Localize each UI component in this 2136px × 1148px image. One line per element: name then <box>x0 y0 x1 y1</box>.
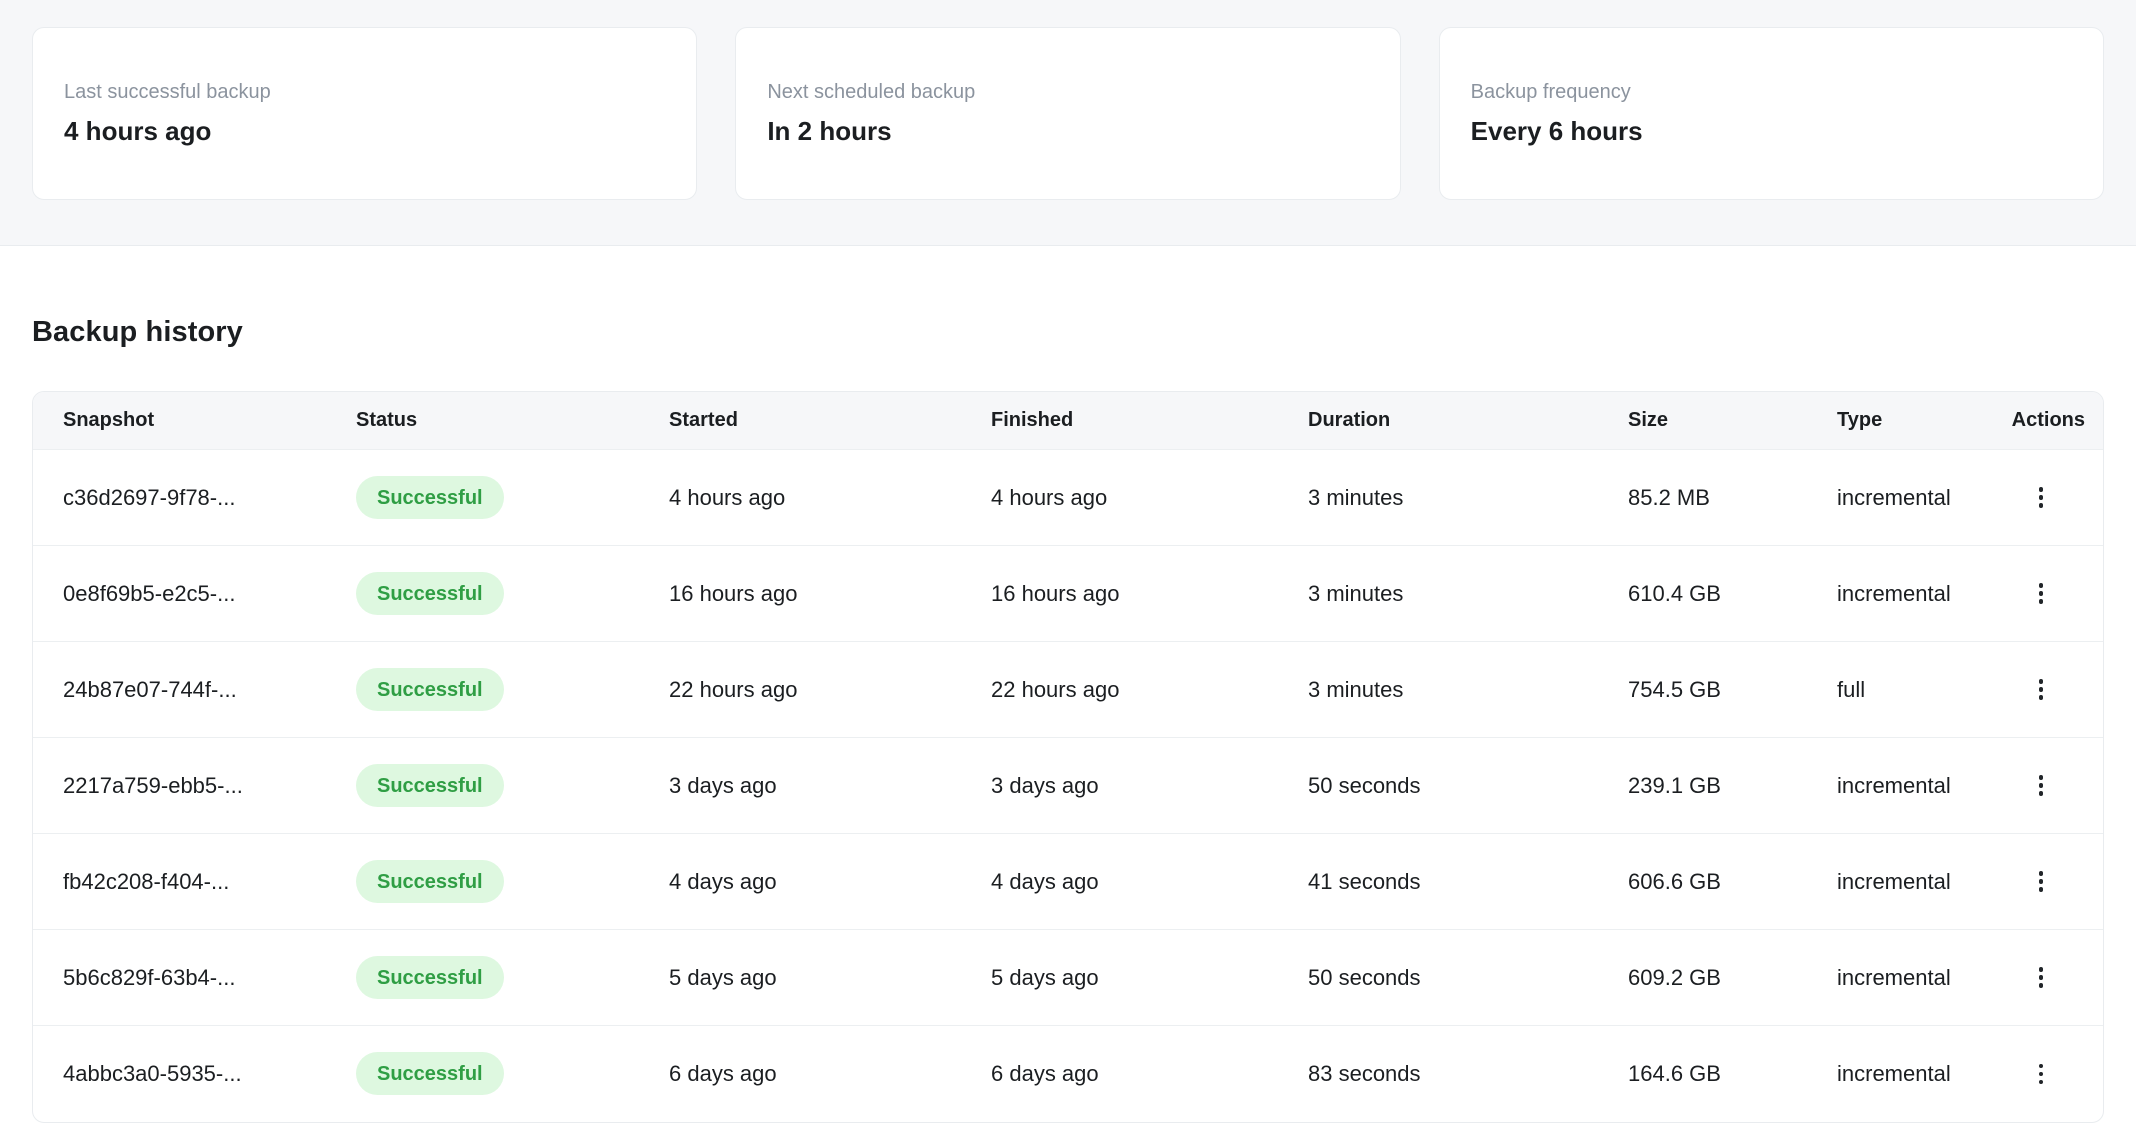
column-header-finished: Finished <box>961 392 1278 450</box>
started-cell: 22 hours ago <box>639 642 961 738</box>
duration-cell: 3 minutes <box>1278 642 1598 738</box>
column-header-status: Status <box>326 392 639 450</box>
row-actions-button[interactable] <box>2021 478 2061 518</box>
status-badge: Successful <box>356 956 504 999</box>
size-cell: 164.6 GB <box>1598 1026 1807 1122</box>
card-value: Every 6 hours <box>1471 116 2072 147</box>
finished-cell: 3 days ago <box>961 738 1278 834</box>
type-cell: incremental <box>1807 1026 1972 1122</box>
finished-cell: 22 hours ago <box>961 642 1278 738</box>
finished-cell: 4 days ago <box>961 834 1278 930</box>
size-cell: 754.5 GB <box>1598 642 1807 738</box>
type-cell: incremental <box>1807 930 1972 1026</box>
column-header-started: Started <box>639 392 961 450</box>
type-cell: full <box>1807 642 1972 738</box>
backup-history-table: Snapshot Status Started Finished Duratio… <box>33 392 2103 1122</box>
backup-summary-band: Last successful backup 4 hours ago Next … <box>0 0 2136 246</box>
page-title: Backup history <box>32 316 2104 349</box>
table-header-row: Snapshot Status Started Finished Duratio… <box>33 392 2103 450</box>
status-badge: Successful <box>356 764 504 807</box>
row-actions-button[interactable] <box>2021 958 2061 998</box>
duration-cell: 83 seconds <box>1278 1026 1598 1122</box>
status-badge: Successful <box>356 572 504 615</box>
row-actions-button[interactable] <box>2021 1054 2061 1094</box>
finished-cell: 5 days ago <box>961 930 1278 1026</box>
backup-history-section: Backup history Snapshot Status Started F… <box>0 316 2136 1123</box>
duration-cell: 41 seconds <box>1278 834 1598 930</box>
started-cell: 5 days ago <box>639 930 961 1026</box>
snapshot-id: 24b87e07-744f-... <box>33 642 326 738</box>
backup-history-table-card: Snapshot Status Started Finished Duratio… <box>32 391 2104 1123</box>
duration-cell: 50 seconds <box>1278 738 1598 834</box>
card-label: Backup frequency <box>1471 80 2072 105</box>
snapshot-id: c36d2697-9f78-... <box>33 450 326 546</box>
table-row: c36d2697-9f78-... Successful 4 hours ago… <box>33 450 2103 546</box>
card-label: Last successful backup <box>64 80 665 105</box>
finished-cell: 16 hours ago <box>961 546 1278 642</box>
column-header-snapshot: Snapshot <box>33 392 326 450</box>
size-cell: 610.4 GB <box>1598 546 1807 642</box>
size-cell: 85.2 MB <box>1598 450 1807 546</box>
type-cell: incremental <box>1807 834 1972 930</box>
table-row: 24b87e07-744f-... Successful 22 hours ag… <box>33 642 2103 738</box>
started-cell: 16 hours ago <box>639 546 961 642</box>
table-row: 0e8f69b5-e2c5-... Successful 16 hours ag… <box>33 546 2103 642</box>
status-badge: Successful <box>356 476 504 519</box>
snapshot-id: 4abbc3a0-5935-... <box>33 1026 326 1122</box>
duration-cell: 3 minutes <box>1278 450 1598 546</box>
row-actions-button[interactable] <box>2021 862 2061 902</box>
size-cell: 609.2 GB <box>1598 930 1807 1026</box>
column-header-size: Size <box>1598 392 1807 450</box>
row-actions-button[interactable] <box>2021 574 2061 614</box>
size-cell: 606.6 GB <box>1598 834 1807 930</box>
duration-cell: 50 seconds <box>1278 930 1598 1026</box>
snapshot-id: 0e8f69b5-e2c5-... <box>33 546 326 642</box>
type-cell: incremental <box>1807 546 1972 642</box>
card-backup-frequency: Backup frequency Every 6 hours <box>1439 27 2104 200</box>
started-cell: 4 days ago <box>639 834 961 930</box>
column-header-actions: Actions <box>1972 392 2103 450</box>
column-header-duration: Duration <box>1278 392 1598 450</box>
table-row: fb42c208-f404-... Successful 4 days ago … <box>33 834 2103 930</box>
started-cell: 6 days ago <box>639 1026 961 1122</box>
row-actions-button[interactable] <box>2021 670 2061 710</box>
finished-cell: 4 hours ago <box>961 450 1278 546</box>
snapshot-id: 5b6c829f-63b4-... <box>33 930 326 1026</box>
table-row: 4abbc3a0-5935-... Successful 6 days ago … <box>33 1026 2103 1122</box>
card-value: 4 hours ago <box>64 116 665 147</box>
snapshot-id: fb42c208-f404-... <box>33 834 326 930</box>
status-badge: Successful <box>356 668 504 711</box>
card-value: In 2 hours <box>767 116 1368 147</box>
status-badge: Successful <box>356 1052 504 1095</box>
started-cell: 3 days ago <box>639 738 961 834</box>
column-header-type: Type <box>1807 392 1972 450</box>
duration-cell: 3 minutes <box>1278 546 1598 642</box>
finished-cell: 6 days ago <box>961 1026 1278 1122</box>
card-next-scheduled-backup: Next scheduled backup In 2 hours <box>735 27 1400 200</box>
card-last-successful-backup: Last successful backup 4 hours ago <box>32 27 697 200</box>
table-row: 2217a759-ebb5-... Successful 3 days ago … <box>33 738 2103 834</box>
table-row: 5b6c829f-63b4-... Successful 5 days ago … <box>33 930 2103 1026</box>
snapshot-id: 2217a759-ebb5-... <box>33 738 326 834</box>
type-cell: incremental <box>1807 450 1972 546</box>
size-cell: 239.1 GB <box>1598 738 1807 834</box>
type-cell: incremental <box>1807 738 1972 834</box>
status-badge: Successful <box>356 860 504 903</box>
table-body: c36d2697-9f78-... Successful 4 hours ago… <box>33 450 2103 1122</box>
started-cell: 4 hours ago <box>639 450 961 546</box>
row-actions-button[interactable] <box>2021 766 2061 806</box>
card-label: Next scheduled backup <box>767 80 1368 105</box>
